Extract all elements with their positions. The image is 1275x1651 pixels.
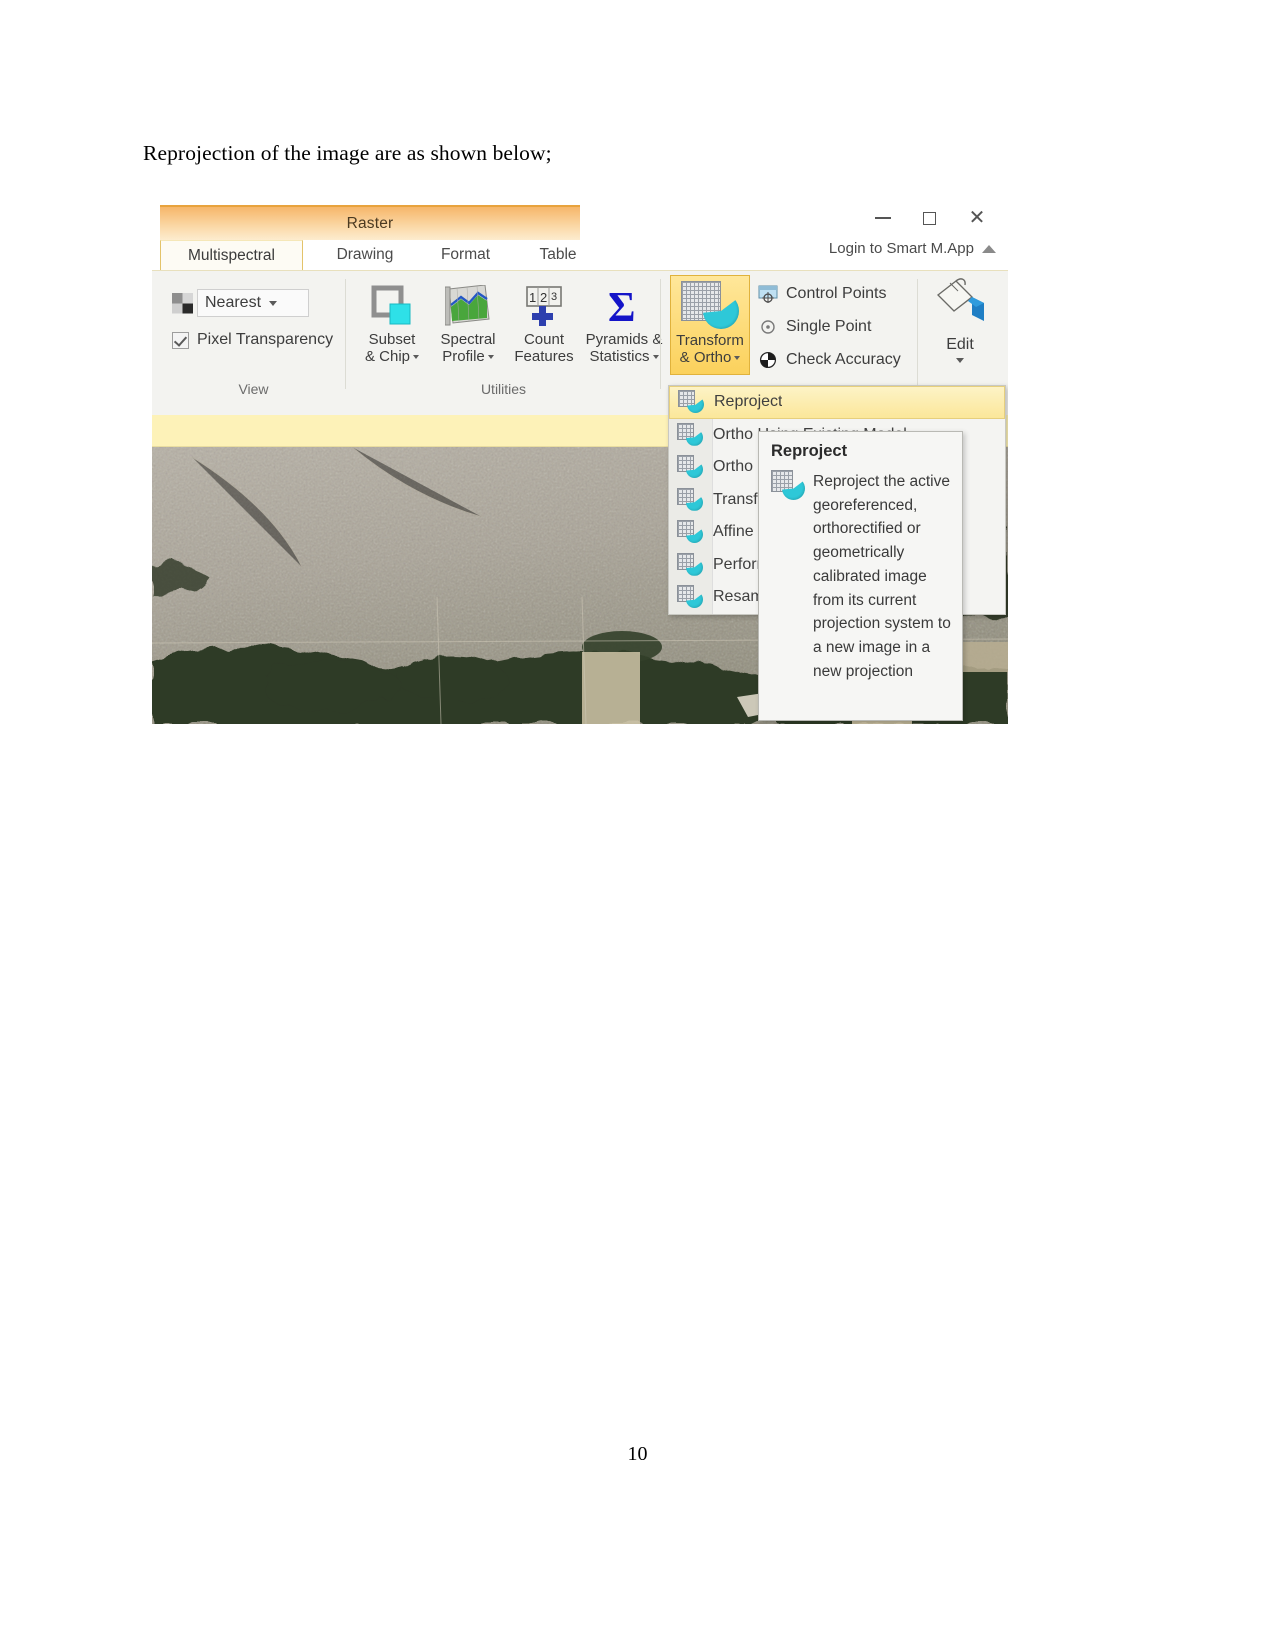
pixel-transparency-label: Pixel Transparency [197, 331, 334, 348]
resample-swatch-icon [172, 292, 193, 314]
ribbon-group-transform: Transform & Ortho Control Points Single … [662, 271, 917, 401]
tooltip-title: Reproject [771, 442, 848, 460]
chevron-down-icon[interactable] [956, 358, 964, 363]
chevron-down-icon[interactable] [487, 354, 494, 359]
pyramids-statistics-button[interactable]: Σ Pyramids & Statistics [583, 279, 665, 366]
edit-paint-icon [932, 277, 988, 332]
home-icon[interactable] [982, 243, 996, 255]
svg-text:2: 2 [540, 290, 547, 305]
reproject-icon [678, 390, 704, 414]
edit-button[interactable]: Edit [925, 277, 995, 363]
tab-multispectral[interactable]: Multispectral [160, 240, 303, 270]
minimize-icon[interactable] [860, 202, 906, 234]
ribbon-group-edit: Edit [919, 271, 1005, 401]
tab-table[interactable]: Table [518, 240, 598, 270]
spectral-profile-label: Spectral Profile [440, 331, 496, 365]
reproject-icon [677, 487, 703, 512]
group-divider [660, 279, 661, 389]
svg-text:3: 3 [551, 291, 557, 303]
reproject-icon [677, 455, 703, 479]
reproject-icon [677, 585, 703, 609]
count-features-icon: 1 2 3 [521, 283, 567, 329]
window-controls: ✕ [812, 202, 1002, 236]
subset-and-chip-button[interactable]: Subset & Chip [355, 279, 429, 366]
control-points-command[interactable]: Control Points [758, 277, 908, 310]
group-divider [345, 279, 346, 389]
reproject-icon [677, 552, 703, 577]
transform-and-ortho-label: Transform & Ortho [676, 332, 744, 366]
pyramids-statistics-label: Pyramids & Statistics [585, 331, 663, 365]
reproject-icon [771, 470, 805, 500]
transform-ortho-icon [681, 281, 739, 333]
embedded-screenshot-figure: Raster ✕ Multispectral Drawing Format Ta… [151, 196, 1008, 724]
count-features-label: Count Features [514, 331, 574, 365]
check-accuracy-label: Check Accuracy [786, 350, 901, 368]
menu-item-label: Affine [713, 523, 754, 541]
sigma-icon: Σ [602, 283, 646, 329]
check-accuracy-command[interactable]: Check Accuracy [758, 343, 908, 376]
spectral-profile-button[interactable]: Spectral Profile [431, 279, 505, 366]
transform-sub-commands: Control Points Single Point Check Accura… [758, 277, 908, 376]
checkbox-icon[interactable] [172, 331, 189, 349]
login-smart-mapp-link[interactable]: Login to Smart M.App [829, 240, 996, 257]
count-features-button[interactable]: 1 2 3 Count Features [507, 279, 581, 366]
resample-method-control[interactable]: Nearest [172, 289, 309, 317]
ribbon-group-utilities: Subset & Chip Spectral Profile 1 2 3 Cou… [347, 271, 662, 401]
tooltip-description: Reproject the active georeferenced, orth… [813, 473, 951, 680]
group-divider [917, 279, 918, 389]
maximize-icon[interactable] [906, 202, 952, 234]
login-label: Login to Smart M.App [828, 240, 974, 257]
ribbon-group-view: Nearest Pixel Transparency View [162, 271, 345, 401]
svg-text:1: 1 [529, 290, 536, 305]
tab-drawing[interactable]: Drawing [315, 240, 415, 270]
chevron-down-icon[interactable] [413, 354, 420, 359]
chevron-down-icon[interactable] [734, 355, 741, 360]
single-point-label: Single Point [786, 317, 872, 335]
reproject-tooltip: Reproject Reproject the active georefere… [758, 431, 963, 721]
contextual-tab-title: Raster [346, 214, 394, 232]
reproject-icon [677, 422, 703, 447]
control-points-label: Control Points [786, 284, 887, 302]
chevron-down-icon[interactable] [652, 354, 659, 359]
single-point-icon [761, 319, 775, 334]
group-label-view: View [238, 381, 269, 397]
resample-dropdown[interactable]: Nearest [197, 289, 309, 317]
check-accuracy-icon [759, 351, 777, 368]
reproject-icon [677, 520, 703, 544]
page-title: Reprojection of the image are as shown b… [143, 141, 552, 165]
control-points-icon [758, 285, 778, 303]
edit-label: Edit [946, 336, 974, 353]
chevron-down-icon[interactable] [269, 300, 278, 306]
transform-and-ortho-button[interactable]: Transform & Ortho [670, 275, 750, 375]
menu-item-reproject[interactable]: Reproject [669, 386, 1005, 419]
pixel-transparency-checkbox[interactable]: Pixel Transparency [172, 331, 333, 349]
menu-item-label: Reproject [714, 393, 783, 411]
contextual-tab-band: Raster [160, 205, 580, 240]
page-number: 10 [627, 1443, 648, 1465]
group-label-utilities: Utilities [480, 381, 527, 397]
subset-and-chip-label: Subset & Chip [365, 331, 420, 366]
subset-chip-icon [370, 283, 414, 329]
spectral-profile-icon [445, 283, 491, 329]
menu-item-label: Ortho [713, 458, 754, 476]
close-icon[interactable]: ✕ [954, 202, 1000, 234]
resample-value: Nearest [205, 294, 262, 311]
svg-text:Σ: Σ [608, 285, 635, 327]
tab-format[interactable]: Format [418, 240, 513, 270]
single-point-command[interactable]: Single Point [758, 310, 908, 343]
